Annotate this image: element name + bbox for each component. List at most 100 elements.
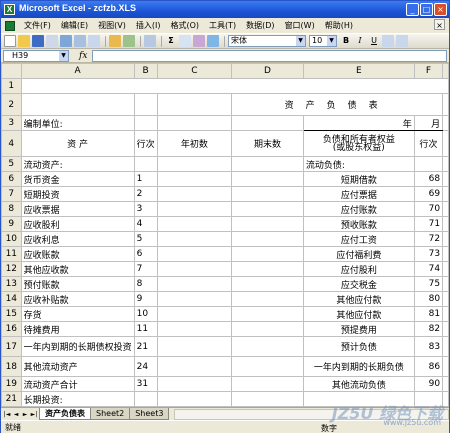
asset-name[interactable]: 应收股利 [20, 216, 135, 232]
format-painter-icon[interactable] [123, 35, 135, 47]
liability-line-no[interactable]: 83 [413, 336, 444, 357]
row-header[interactable]: 17 [1, 336, 22, 357]
print-icon[interactable] [74, 35, 86, 47]
liability-name[interactable]: 预提费用 [302, 321, 415, 337]
liability-line-no[interactable]: 80 [413, 291, 444, 307]
undo-icon[interactable] [144, 35, 156, 47]
liability-line-no[interactable]: 68 [413, 171, 444, 187]
cell-empty[interactable] [442, 216, 449, 232]
menu-file[interactable]: 文件(F) [19, 19, 56, 32]
column-header-c[interactable]: C [156, 63, 233, 79]
liability-name[interactable]: 应付票据 [302, 186, 415, 202]
cell-empty[interactable] [20, 78, 449, 94]
menu-format[interactable]: 格式(O) [165, 19, 204, 32]
begin-value[interactable] [156, 336, 233, 357]
font-name-select[interactable]: 宋体 ▼ [228, 35, 306, 47]
liability-line-no[interactable]: 90 [413, 376, 444, 392]
row-header[interactable]: 4 [1, 130, 22, 157]
liability-line-no[interactable]: 75 [413, 276, 444, 292]
begin-value[interactable] [156, 186, 233, 202]
cell-empty[interactable] [133, 156, 158, 172]
cell-empty[interactable] [156, 391, 233, 407]
liability-line-no[interactable]: 74 [413, 261, 444, 277]
last-sheet-icon[interactable]: ►| [30, 411, 38, 418]
asset-line-no[interactable]: 6 [133, 246, 158, 262]
end-value[interactable] [231, 306, 304, 322]
tab-balance-sheet[interactable]: 资产负债表 [39, 408, 91, 420]
liability-line-no[interactable]: 70 [413, 201, 444, 217]
cell-empty[interactable] [133, 115, 158, 131]
column-header-g[interactable] [442, 63, 449, 79]
column-header-d[interactable]: D [231, 63, 304, 79]
begin-value[interactable] [156, 201, 233, 217]
row-header[interactable]: 12 [1, 261, 22, 277]
sort-ascending-icon[interactable] [179, 35, 191, 47]
asset-name[interactable]: 应收利息 [20, 231, 135, 247]
row-header[interactable]: 10 [1, 231, 22, 247]
end-value[interactable] [231, 201, 304, 217]
begin-value[interactable] [156, 321, 233, 337]
asset-line-no[interactable]: 31 [133, 376, 158, 392]
chart-wizard-icon[interactable] [193, 35, 205, 47]
menu-window[interactable]: 窗口(W) [280, 19, 320, 32]
cell-empty[interactable] [442, 376, 449, 392]
menu-insert[interactable]: 插入(I) [131, 19, 166, 32]
end-value[interactable] [231, 336, 304, 357]
menu-tools[interactable]: 工具(T) [204, 19, 241, 32]
menu-help[interactable]: 帮助(H) [320, 19, 358, 32]
function-icon[interactable]: fx [79, 51, 87, 61]
menu-view[interactable]: 视图(V) [93, 19, 131, 32]
cell-empty[interactable] [442, 115, 449, 131]
row-header[interactable]: 8 [1, 201, 22, 217]
end-value[interactable] [231, 291, 304, 307]
cell-empty[interactable] [133, 93, 158, 116]
begin-value[interactable] [156, 231, 233, 247]
cell-empty[interactable] [442, 336, 449, 357]
new-icon[interactable] [4, 35, 16, 47]
end-value[interactable] [231, 321, 304, 337]
asset-line-no[interactable]: 21 [133, 336, 158, 357]
workbook-icon[interactable] [5, 20, 15, 31]
liability-line-no[interactable]: 72 [413, 231, 444, 247]
cell-empty[interactable] [156, 115, 233, 131]
asset-name[interactable]: 应收账款 [20, 246, 135, 262]
liability-line-no[interactable]: 73 [413, 246, 444, 262]
cell-empty[interactable] [231, 115, 304, 131]
header-line-no[interactable]: 行次 [133, 130, 158, 157]
liability-line-no[interactable]: 81 [413, 306, 444, 322]
end-value[interactable] [231, 261, 304, 277]
section-liabilities[interactable]: 流动负债: [302, 156, 415, 172]
first-sheet-icon[interactable]: |◄ [3, 411, 11, 418]
tab-sheet3[interactable]: Sheet3 [129, 408, 170, 420]
close-button[interactable]: × [434, 3, 447, 16]
row-header[interactable]: 5 [1, 156, 22, 172]
align-left-icon[interactable] [382, 35, 394, 47]
month-label[interactable]: 月 [413, 115, 444, 131]
row-header[interactable]: 16 [1, 321, 22, 337]
liability-name[interactable]: 应付股利 [302, 261, 415, 277]
section-assets[interactable]: 流动资产: [20, 156, 135, 172]
row-header[interactable]: 2 [1, 93, 22, 116]
underline-button[interactable]: U [368, 35, 380, 47]
help-icon[interactable] [207, 35, 219, 47]
begin-value[interactable] [156, 276, 233, 292]
header-line-no-2[interactable]: 行次 [413, 130, 444, 157]
row-header[interactable]: 7 [1, 186, 22, 202]
column-header-a[interactable]: A [20, 63, 135, 79]
begin-value[interactable] [156, 291, 233, 307]
asset-name[interactable]: 短期投资 [20, 186, 135, 202]
asset-name[interactable]: 一年内到期的长期债权投资 [20, 336, 135, 357]
end-value[interactable] [231, 231, 304, 247]
liability-line-no[interactable]: 71 [413, 216, 444, 232]
minimize-button[interactable]: _ [406, 3, 419, 16]
column-header-b[interactable]: B [133, 63, 158, 79]
asset-line-no[interactable]: 4 [133, 216, 158, 232]
asset-line-no[interactable]: 8 [133, 276, 158, 292]
begin-value[interactable] [156, 306, 233, 322]
begin-value[interactable] [156, 246, 233, 262]
print-preview-icon[interactable] [88, 35, 100, 47]
maximize-button[interactable]: □ [420, 3, 433, 16]
open-icon[interactable] [18, 35, 30, 47]
cell-empty[interactable] [442, 321, 449, 337]
cell-empty[interactable] [413, 156, 444, 172]
